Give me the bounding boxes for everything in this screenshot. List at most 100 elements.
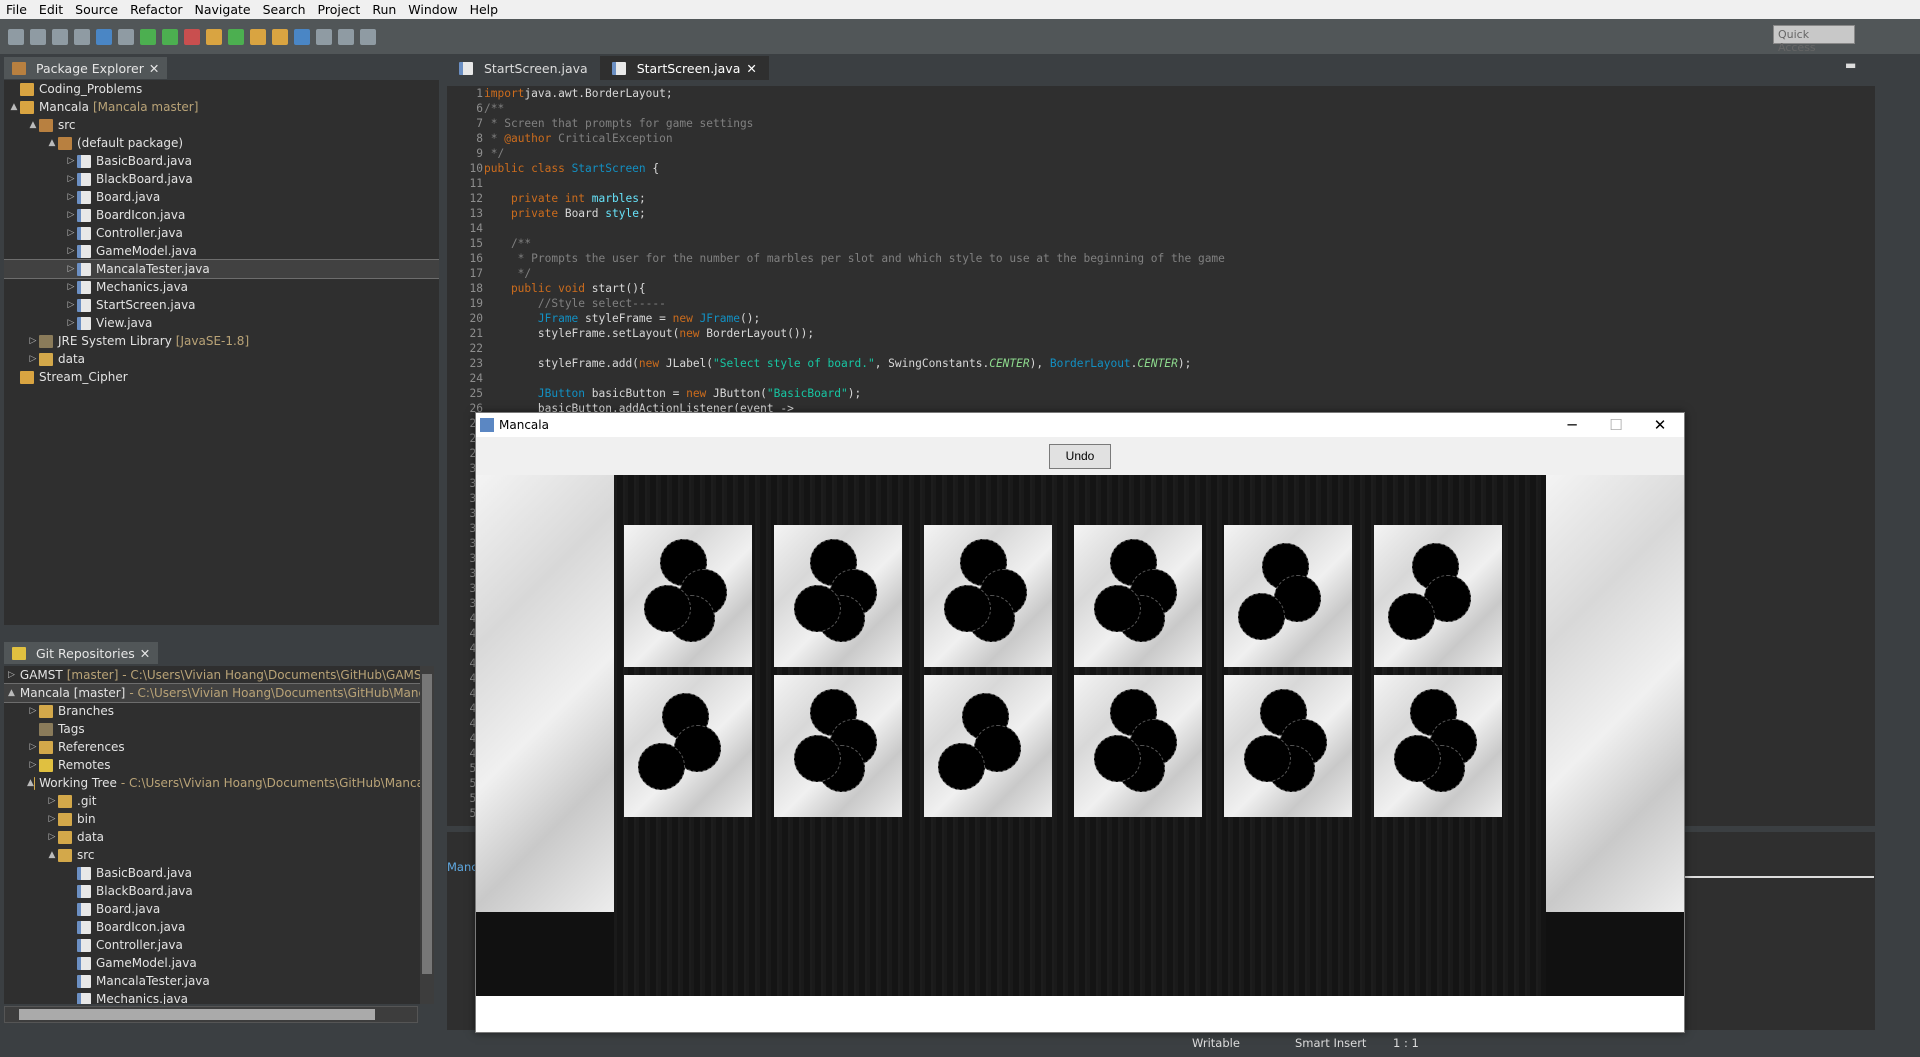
expand-arrow-icon[interactable]: ▲: [46, 846, 58, 864]
menu-edit[interactable]: Edit: [33, 2, 69, 17]
bottom-row-pit-3[interactable]: [924, 675, 1052, 817]
tree-item[interactable]: MancalaTester.java: [4, 972, 424, 990]
expand-arrow-icon[interactable]: ▲: [27, 116, 39, 134]
minimize-window-button[interactable]: ─: [1550, 413, 1594, 437]
top-row-pit-5[interactable]: [1224, 525, 1352, 667]
search-icon[interactable]: [294, 28, 310, 45]
tree-item[interactable]: Mechanics.java: [4, 990, 424, 1004]
tree-item[interactable]: ▷ bin: [4, 810, 424, 828]
debug-icon[interactable]: [96, 28, 112, 45]
new-java-project-icon[interactable]: [206, 28, 222, 45]
tree-item[interactable]: ▷ .git: [4, 792, 424, 810]
bottom-row-pit-2[interactable]: [774, 675, 902, 817]
tree-item[interactable]: ▷ StartScreen.java: [4, 296, 439, 314]
expand-arrow-icon[interactable]: ▷: [65, 260, 77, 278]
menu-project[interactable]: Project: [312, 2, 367, 17]
minimize-icon[interactable]: ▬: [1845, 58, 1856, 72]
menu-help[interactable]: Help: [464, 2, 505, 17]
close-icon[interactable]: ✕: [746, 61, 756, 76]
expand-arrow-icon[interactable]: ▷: [46, 828, 58, 846]
print-icon[interactable]: [74, 28, 90, 45]
quick-access-field[interactable]: Quick Access: [1773, 25, 1855, 54]
horizontal-scrollbar[interactable]: [4, 1006, 418, 1023]
tree-item[interactable]: BoardIcon.java: [4, 918, 424, 936]
tree-item[interactable]: ▷ Branches: [4, 702, 424, 720]
save-all-icon[interactable]: [52, 28, 68, 45]
tree-item[interactable]: ▲ Mancala [master] - C:\Users\Vivian Hoang…: [4, 683, 424, 703]
expand-arrow-icon[interactable]: ▲: [8, 684, 15, 702]
tree-item[interactable]: ▷ BoardIcon.java: [4, 206, 439, 224]
tree-item[interactable]: ▲ Mancala [Mancala master]: [4, 98, 439, 116]
expand-arrow-icon[interactable]: ▷: [65, 278, 77, 296]
expand-arrow-icon[interactable]: ▷: [65, 206, 77, 224]
close-icon[interactable]: ✕: [149, 61, 159, 76]
expand-arrow-icon[interactable]: ▷: [27, 756, 39, 774]
menu-navigate[interactable]: Navigate: [189, 2, 257, 17]
tab-git-repositories[interactable]: Git Repositories ✕: [4, 642, 159, 664]
tree-item[interactable]: ▷ Remotes: [4, 756, 424, 774]
tree-item[interactable]: Board.java: [4, 900, 424, 918]
menu-run[interactable]: Run: [366, 2, 402, 17]
expand-arrow-icon[interactable]: ▷: [65, 314, 77, 332]
tree-item[interactable]: ▷ Board.java: [4, 188, 439, 206]
top-row-pit-6[interactable]: [1374, 525, 1502, 667]
expand-arrow-icon[interactable]: ▷: [46, 792, 58, 810]
tree-item[interactable]: Stream_Cipher: [4, 368, 439, 386]
open-folder-icon[interactable]: [272, 28, 288, 45]
menu-file[interactable]: File: [0, 2, 33, 17]
expand-arrow-icon[interactable]: ▷: [8, 666, 15, 684]
tree-item[interactable]: ▷ GameModel.java: [4, 242, 439, 260]
close-window-button[interactable]: ✕: [1638, 413, 1682, 437]
tree-item[interactable]: ▷ GAMST [master] - C:\Users\Vivian Hoang\D…: [4, 666, 424, 684]
expand-arrow-icon[interactable]: ▲: [8, 98, 20, 116]
menu-refactor[interactable]: Refactor: [124, 2, 188, 17]
back-icon[interactable]: [338, 28, 354, 45]
coverage-icon[interactable]: [162, 28, 178, 45]
tab-editor-file[interactable]: StartScreen.java ✕: [599, 56, 769, 80]
top-row-pit-3[interactable]: [924, 525, 1052, 667]
close-icon[interactable]: ✕: [140, 646, 150, 661]
tree-item[interactable]: Tags: [4, 720, 424, 738]
tree-item[interactable]: ▷ MancalaTester.java: [4, 259, 439, 279]
tree-item[interactable]: ▲ src: [4, 846, 424, 864]
menu-search[interactable]: Search: [257, 2, 312, 17]
top-row-pit-2[interactable]: [774, 525, 902, 667]
tree-item[interactable]: ▷ Controller.java: [4, 224, 439, 242]
right-mancala-store[interactable]: [1546, 475, 1684, 912]
tree-item[interactable]: ▷ Mechanics.java: [4, 278, 439, 296]
expand-arrow-icon[interactable]: ▷: [27, 702, 39, 720]
annotation-icon[interactable]: [316, 28, 332, 45]
expand-arrow-icon[interactable]: ▷: [65, 296, 77, 314]
run-icon[interactable]: [140, 28, 156, 45]
expand-arrow-icon[interactable]: ▷: [27, 350, 39, 368]
tree-item[interactable]: Coding_Problems: [4, 80, 439, 98]
tree-item[interactable]: Controller.java: [4, 936, 424, 954]
expand-arrow-icon[interactable]: ▲: [46, 134, 58, 152]
tree-item[interactable]: ▷ BlackBoard.java: [4, 170, 439, 188]
expand-arrow-icon[interactable]: ▷: [27, 332, 39, 350]
tree-item[interactable]: BasicBoard.java: [4, 864, 424, 882]
expand-arrow-icon[interactable]: ▷: [65, 224, 77, 242]
expand-arrow-icon[interactable]: ▷: [27, 738, 39, 756]
bottom-row-pit-4[interactable]: [1074, 675, 1202, 817]
left-mancala-store[interactable]: [476, 475, 614, 912]
expand-arrow-icon[interactable]: ▷: [46, 810, 58, 828]
tab-editor-file[interactable]: StartScreen.java: [447, 56, 600, 80]
tree-item[interactable]: BlackBoard.java: [4, 882, 424, 900]
forward-icon[interactable]: [360, 28, 376, 45]
expand-arrow-icon[interactable]: ▷: [65, 152, 77, 170]
tree-item[interactable]: ▲ Working Tree - C:\Users\Vivian Hoang\Doc…: [4, 774, 424, 792]
tree-item[interactable]: ▷ References: [4, 738, 424, 756]
external-tools-icon[interactable]: [184, 28, 200, 45]
bottom-row-pit-6[interactable]: [1374, 675, 1502, 817]
tree-item[interactable]: GameModel.java: [4, 954, 424, 972]
tree-item[interactable]: ▷ data: [4, 828, 424, 846]
new-icon[interactable]: [8, 28, 24, 45]
undo-button[interactable]: Undo: [1049, 444, 1111, 469]
tree-item[interactable]: ▲ src: [4, 116, 439, 134]
expand-arrow-icon[interactable]: ▷: [65, 170, 77, 188]
menu-window[interactable]: Window: [402, 2, 463, 17]
expand-arrow-icon[interactable]: ▲: [27, 774, 34, 792]
open-type-icon[interactable]: [250, 28, 266, 45]
code-text[interactable]: importjava.awt.BorderLayout;/** * Screen…: [484, 86, 1225, 416]
